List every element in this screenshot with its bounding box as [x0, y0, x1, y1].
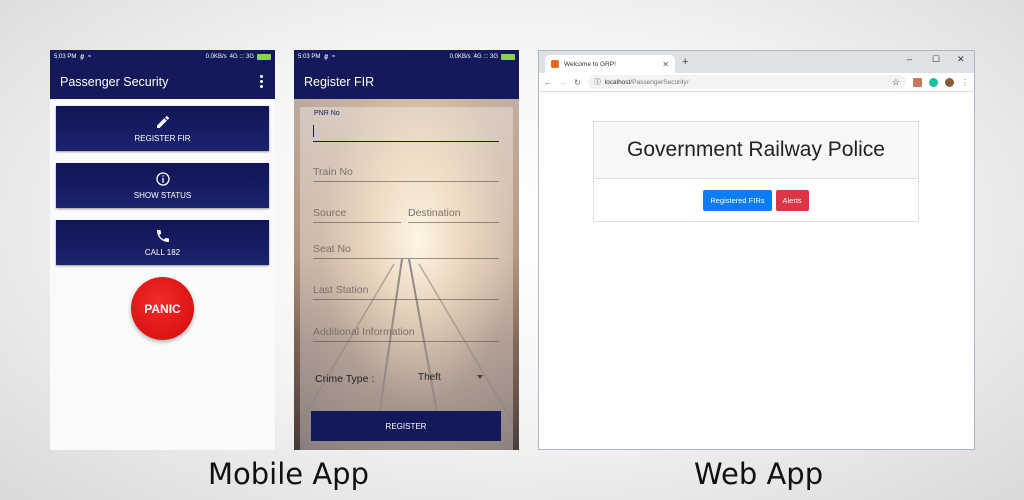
panic-label: PANIC	[144, 301, 181, 316]
minimize-icon[interactable]: –	[907, 54, 912, 64]
train-no-placeholder: Train No	[313, 166, 353, 178]
show-status-button[interactable]: SHOW STATUS	[56, 163, 269, 208]
form-panel	[300, 107, 513, 450]
profile-avatar-icon[interactable]	[945, 77, 954, 87]
status-time: 5:03 PM	[54, 54, 77, 60]
text-cursor	[313, 125, 314, 137]
status-bar: 5:03 PM g ≈ 0.0KB/s 4G ::: 3G	[294, 50, 519, 64]
grammarly-icon[interactable]	[929, 77, 938, 87]
alerts-button[interactable]: Alerts	[775, 190, 809, 211]
call-182-label: CALL 182	[144, 248, 181, 257]
favicon-icon	[551, 60, 559, 68]
additional-info-placeholder: Additional Information	[313, 326, 415, 338]
chrome-menu-icon[interactable]: ⋮	[961, 78, 969, 87]
destination-input[interactable]: Destination	[408, 203, 499, 223]
browser-window: Welcome to GRP! ✕ + – ☐ ✕ ← → ↻ ⓘ localh…	[538, 50, 975, 450]
source-input[interactable]: Source	[313, 203, 401, 223]
extension-icon[interactable]	[913, 77, 922, 87]
carrier-icon: g	[80, 54, 85, 60]
tab-bar: Welcome to GRP! ✕ + – ☐ ✕	[539, 51, 974, 73]
maximize-icon[interactable]: ☐	[932, 54, 940, 65]
registered-firs-label: Registered FIRs	[710, 196, 765, 205]
window-close-icon[interactable]: ✕	[957, 54, 965, 65]
address-row: ← → ↻ ⓘ localhost/PassengerSecurity/ ☆ ⋮	[539, 73, 974, 92]
app-bar: Passenger Security	[50, 64, 275, 99]
crime-type-label: Crime Type :	[315, 373, 375, 385]
phone-register-fir: 5:03 PM g ≈ 0.0KB/s 4G ::: 3G Register F…	[294, 50, 519, 450]
site-info-icon[interactable]: ⓘ	[594, 77, 601, 87]
page-heading: Government Railway Police	[627, 138, 885, 161]
tab-title: Welcome to GRP!	[564, 60, 616, 68]
crime-type-select[interactable]: Theft	[416, 368, 491, 388]
card-body: Registered FIRs Alerts	[594, 179, 918, 222]
signal-icon: 4G ::: 3G	[473, 54, 498, 60]
battery-icon	[501, 54, 515, 60]
app-bar: Register FIR	[294, 64, 519, 99]
pnr-label: PNR No	[314, 110, 340, 117]
tab-close-icon[interactable]: ✕	[662, 60, 669, 69]
panic-button[interactable]: PANIC	[131, 277, 194, 340]
register-button[interactable]: REGISTER	[311, 411, 501, 441]
phone-icon	[156, 230, 169, 242]
registered-firs-button[interactable]: Registered FIRs	[703, 190, 772, 211]
pencil-icon	[156, 115, 169, 128]
carrier-icon: g	[324, 54, 329, 60]
bookmark-star-icon[interactable]: ☆	[892, 77, 900, 88]
signal-icon: 4G ::: 3G	[229, 54, 254, 60]
network-speed: 0.0KB/s	[205, 54, 227, 60]
card-header: Government Railway Police	[594, 122, 918, 179]
seat-no-input[interactable]: Seat No	[313, 239, 499, 259]
network-speed: 0.0KB/s	[449, 54, 471, 60]
register-fir-label: REGISTER FIR	[134, 134, 191, 143]
alerts-label: Alerts	[782, 196, 802, 205]
app-title: Register FIR	[304, 74, 375, 89]
source-placeholder: Source	[313, 207, 347, 219]
browser-tab[interactable]: Welcome to GRP! ✕	[545, 55, 675, 73]
back-icon[interactable]: ←	[544, 78, 552, 87]
seat-no-placeholder: Seat No	[313, 243, 351, 255]
app-title: Passenger Security	[60, 74, 169, 89]
wifi-icon: ≈	[332, 54, 336, 60]
register-fir-button[interactable]: REGISTER FIR	[56, 106, 269, 151]
status-time: 5:03 PM	[298, 54, 321, 60]
address-bar[interactable]: ⓘ localhost/PassengerSecurity/ ☆	[587, 75, 906, 89]
last-station-input[interactable]: Last Station	[313, 280, 499, 300]
show-status-label: SHOW STATUS	[133, 191, 192, 200]
battery-icon	[257, 54, 271, 60]
url-path: /PassengerSecurity/	[630, 78, 689, 86]
forward-icon[interactable]: →	[559, 78, 567, 87]
web-app-caption: Web App	[694, 457, 824, 491]
register-label: REGISTER	[385, 421, 427, 431]
destination-placeholder: Destination	[408, 207, 461, 219]
additional-info-input[interactable]: Additional Information	[313, 322, 499, 342]
url-host: localhost	[604, 78, 631, 86]
dropdown-arrow-icon	[477, 375, 483, 379]
call-182-button[interactable]: CALL 182	[56, 220, 269, 265]
grp-card: Government Railway Police Registered FIR…	[593, 121, 919, 222]
pnr-input[interactable]	[313, 122, 499, 142]
info-icon	[155, 172, 170, 186]
status-bar: 5:03 PM g ≈ 0.0KB/s 4G ::: 3G	[50, 50, 275, 64]
overflow-menu-icon[interactable]	[258, 73, 265, 90]
new-tab-icon[interactable]: +	[682, 56, 688, 68]
phone-passenger-security: 5:03 PM g ≈ 0.0KB/s 4G ::: 3G Passenger …	[50, 50, 275, 450]
wifi-icon: ≈	[88, 54, 92, 60]
train-no-input[interactable]: Train No	[313, 162, 499, 182]
last-station-placeholder: Last Station	[313, 284, 369, 296]
crime-type-value: Theft	[418, 372, 441, 383]
reload-icon[interactable]: ↻	[574, 78, 581, 87]
mobile-app-caption: Mobile App	[208, 457, 370, 491]
